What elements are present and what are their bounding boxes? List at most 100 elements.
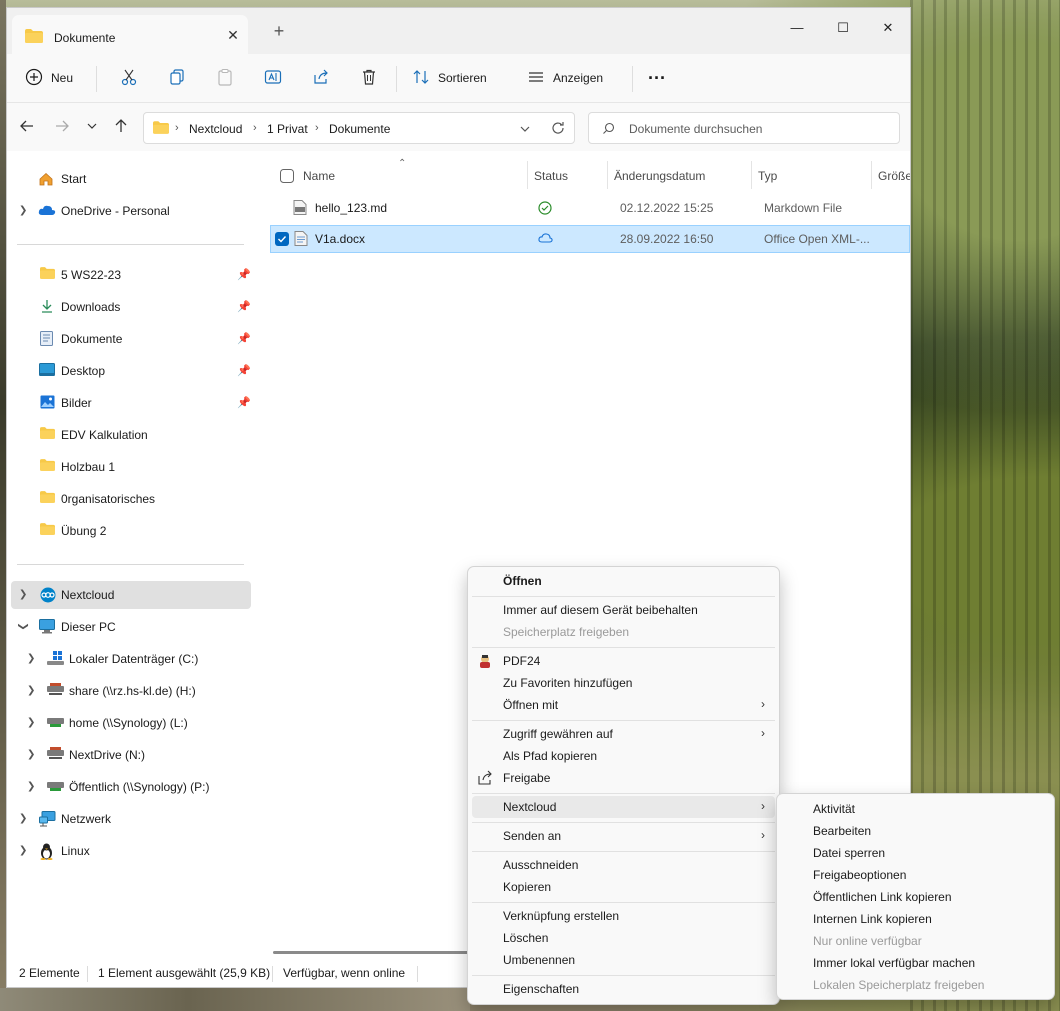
sidebar-item-start[interactable]: Start: [7, 165, 251, 193]
refresh-icon[interactable]: [551, 121, 565, 138]
column-header-type[interactable]: Typ: [758, 169, 777, 183]
tab-dokumente[interactable]: Dokumente ✕: [12, 15, 248, 54]
submenu-item-share-options[interactable]: Freigabeoptionen: [781, 864, 1050, 886]
sidebar-item-linux[interactable]: ❯ Linux: [7, 837, 251, 865]
menu-item-create-shortcut[interactable]: Verknüpfung erstellen: [472, 905, 775, 927]
breadcrumb-1-privat[interactable]: 1 Privat: [267, 122, 308, 136]
sidebar-item-dokumente[interactable]: Dokumente 📌: [7, 325, 251, 353]
submenu-item-edit[interactable]: Bearbeiten: [781, 820, 1050, 842]
column-header-name[interactable]: Name: [303, 169, 335, 183]
menu-item-properties[interactable]: Eigenschaften: [472, 978, 775, 1000]
chevron-right-icon[interactable]: ❯: [27, 685, 35, 696]
sort-button[interactable]: Sortieren: [412, 62, 487, 94]
sidebar-item-organisatorisches[interactable]: 0rganisatorisches: [7, 485, 251, 513]
menu-item-grant-access[interactable]: Zugriff gewähren auf ›: [472, 723, 775, 745]
breadcrumb-nextcloud[interactable]: Nextcloud: [189, 122, 242, 136]
pin-icon[interactable]: 📌: [237, 332, 251, 345]
menu-item-delete[interactable]: Löschen: [472, 927, 775, 949]
sidebar-item-onedrive[interactable]: ❯ OneDrive - Personal: [7, 197, 251, 225]
pin-icon[interactable]: 📌: [237, 268, 251, 281]
menu-item-keep-on-device[interactable]: Immer auf diesem Gerät beibehalten: [472, 599, 775, 621]
select-all-checkbox[interactable]: [280, 169, 294, 186]
share-icon[interactable]: [310, 66, 332, 88]
minimize-button[interactable]: —: [774, 14, 820, 42]
sidebar-item-5-ws22-23[interactable]: 5 WS22-23 📌: [7, 261, 251, 289]
recent-chevron-icon[interactable]: [82, 118, 102, 138]
menu-item-copy-path[interactable]: Als Pfad kopieren: [472, 745, 775, 767]
close-window-button[interactable]: ✕: [865, 14, 910, 42]
rename-icon[interactable]: [262, 66, 284, 88]
menu-item-open-with[interactable]: Öffnen mit ›: [472, 694, 775, 716]
search-input[interactable]: Dokumente durchsuchen: [588, 112, 900, 144]
menu-item-favorites[interactable]: Zu Favoriten hinzufügen: [472, 672, 775, 694]
sidebar-item-drive-c[interactable]: ❯ Lokaler Datenträger (C:): [7, 645, 251, 673]
column-header-date[interactable]: Änderungsdatum: [614, 169, 705, 183]
file-row[interactable]: hello_123.md 02.12.2022 15:25 Markdown F…: [270, 194, 910, 222]
submenu-item-copy-public-link[interactable]: Öffentlichen Link kopieren: [781, 886, 1050, 908]
submenu-item-copy-internal-link[interactable]: Internen Link kopieren: [781, 908, 1050, 930]
sidebar-item-downloads[interactable]: Downloads 📌: [7, 293, 251, 321]
menu-item-rename[interactable]: Umbenennen: [472, 949, 775, 971]
menu-item-free-space[interactable]: Speicherplatz freigeben: [472, 621, 775, 643]
column-header-size[interactable]: Größe: [878, 169, 910, 183]
sidebar-item-holzbau-1[interactable]: Holzbau 1: [7, 453, 251, 481]
maximize-button[interactable]: ☐: [820, 14, 866, 42]
pin-icon[interactable]: 📌: [237, 396, 251, 409]
address-bar[interactable]: › Nextcloud › 1 Privat › Dokumente: [143, 112, 575, 144]
sidebar-item-desktop[interactable]: Desktop 📌: [7, 357, 251, 385]
breadcrumb-dokumente[interactable]: Dokumente: [329, 122, 390, 136]
horizontal-scrollbar[interactable]: [273, 951, 493, 954]
column-divider[interactable]: [751, 161, 752, 189]
chevron-right-icon[interactable]: ❯: [27, 653, 35, 664]
sidebar-item-dieser-pc[interactable]: ❯ Dieser PC: [7, 613, 251, 641]
menu-item-oeffnen[interactable]: Öffnen: [472, 570, 775, 592]
pin-icon[interactable]: 📌: [237, 300, 251, 313]
sidebar-item-bilder[interactable]: Bilder 📌: [7, 389, 251, 417]
new-tab-button[interactable]: +: [269, 22, 289, 42]
sidebar-item-drive-h[interactable]: ❯ share (\\rz.hs-kl.de) (H:): [7, 677, 251, 705]
chevron-down-icon[interactable]: ❯: [18, 622, 29, 630]
menu-item-nextcloud[interactable]: Nextcloud ›: [472, 796, 775, 818]
sidebar-item-uebung-2[interactable]: Übung 2: [7, 517, 251, 545]
menu-item-copy[interactable]: Kopieren: [472, 876, 775, 898]
column-divider[interactable]: [527, 161, 528, 189]
paste-icon[interactable]: [214, 66, 236, 88]
column-divider[interactable]: [607, 161, 608, 189]
column-divider[interactable]: [871, 161, 872, 189]
chevron-right-icon[interactable]: ❯: [19, 589, 27, 600]
submenu-item-online-only[interactable]: Nur online verfügbar: [781, 930, 1050, 952]
submenu-item-free-local-space[interactable]: Lokalen Speicherplatz freigeben: [781, 974, 1050, 996]
back-arrow-icon[interactable]: [17, 118, 37, 138]
address-dropdown-icon[interactable]: [519, 123, 531, 138]
sidebar-item-drive-p[interactable]: ❯ Öffentlich (\\Synology) (P:): [7, 773, 251, 801]
menu-item-cut[interactable]: Ausschneiden: [472, 854, 775, 876]
menu-item-send-to[interactable]: Senden an ›: [472, 825, 775, 847]
chevron-right-icon[interactable]: ❯: [27, 749, 35, 760]
chevron-right-icon[interactable]: ❯: [19, 813, 27, 824]
file-row-selected[interactable]: V1a.docx 28.09.2022 16:50 Office Open XM…: [270, 225, 910, 253]
pin-icon[interactable]: 📌: [237, 364, 251, 377]
sidebar-item-netzwerk[interactable]: ❯ Netzwerk: [7, 805, 251, 833]
more-options-button[interactable]: ···: [648, 62, 666, 94]
column-header-status[interactable]: Status: [534, 169, 568, 183]
checked-checkbox[interactable]: [275, 232, 289, 249]
chevron-right-icon[interactable]: ❯: [19, 205, 27, 216]
delete-icon[interactable]: [358, 66, 380, 88]
cut-icon[interactable]: [118, 66, 140, 88]
sidebar-item-nextcloud[interactable]: ❯ Nextcloud: [11, 581, 251, 609]
chevron-right-icon[interactable]: ❯: [19, 845, 27, 856]
submenu-item-lock-file[interactable]: Datei sperren: [781, 842, 1050, 864]
forward-arrow-icon[interactable]: [52, 118, 72, 138]
chevron-right-icon[interactable]: ❯: [27, 781, 35, 792]
sidebar-item-edv-kalkulation[interactable]: EDV Kalkulation: [7, 421, 251, 449]
chevron-right-icon[interactable]: ❯: [27, 717, 35, 728]
view-button[interactable]: Anzeigen: [527, 62, 603, 94]
menu-item-share[interactable]: Freigabe: [472, 767, 775, 789]
sidebar-item-drive-n[interactable]: ❯ NextDrive (N:): [7, 741, 251, 769]
up-arrow-icon[interactable]: [111, 118, 131, 138]
tab-close-icon[interactable]: ✕: [224, 26, 242, 44]
new-button[interactable]: Neu: [25, 62, 73, 94]
menu-item-pdf24[interactable]: PDF24: [472, 650, 775, 672]
copy-icon[interactable]: [166, 66, 188, 88]
sidebar-item-drive-l[interactable]: ❯ home (\\Synology) (L:): [7, 709, 251, 737]
